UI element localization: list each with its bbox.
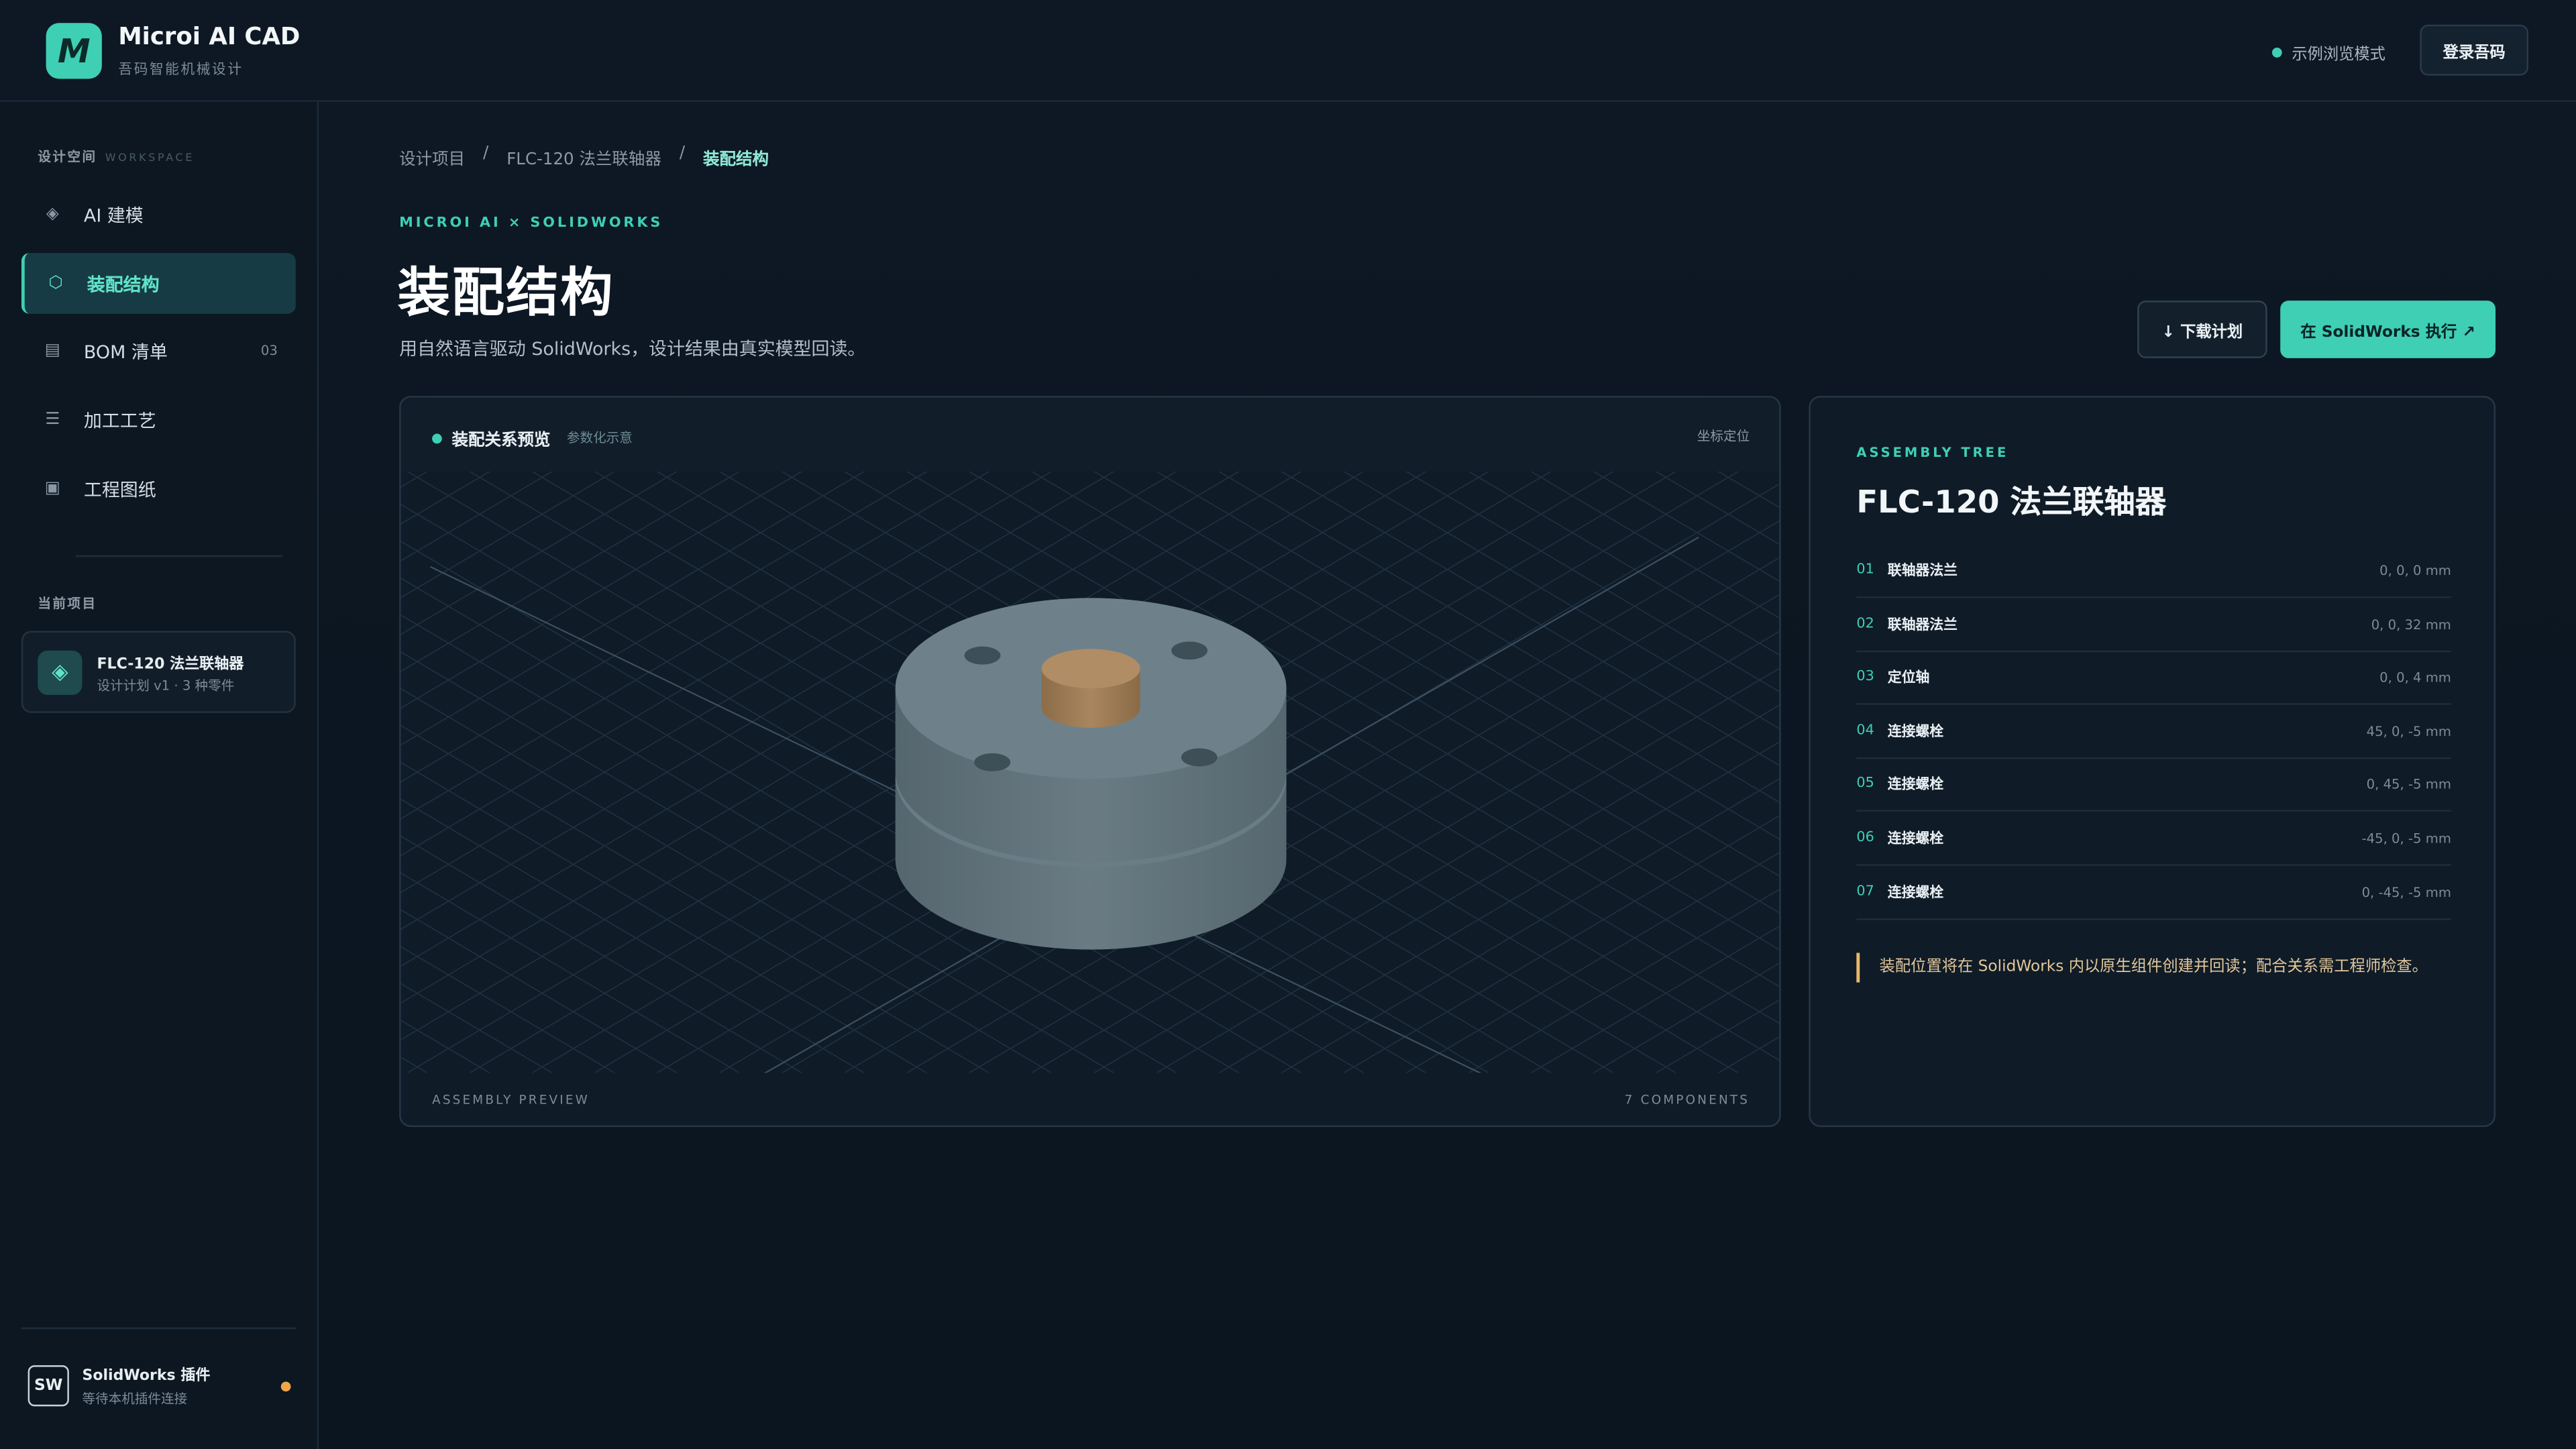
component-name: 连接螺栓 <box>1887 724 1944 741</box>
project-name: FLC-120 法兰联轴器 <box>97 657 244 674</box>
component-position: 0, 0, 32 mm <box>2371 616 2451 632</box>
workspace-section-label: 设计空间 WORKSPACE <box>38 148 195 166</box>
breadcrumb: 设计项目 / FLC-120 法兰联轴器 / 装配结构 <box>399 145 769 170</box>
sidebar-item-label: AI 建模 <box>83 204 144 226</box>
current-project-label: 当前项目 <box>38 596 97 612</box>
component-position: 0, 0, 4 mm <box>2379 669 2451 685</box>
component-name: 联轴器法兰 <box>1887 617 1958 635</box>
sidebar-item-ai-modeling[interactable]: ◈ AI 建模 <box>21 184 296 245</box>
assembly-tree-panel: ASSEMBLY TREE FLC-120 法兰联轴器 01 联轴器法兰 0, … <box>1809 396 2496 1128</box>
tree-row[interactable]: 07 连接螺栓 0, -45, -5 mm <box>1856 866 2451 920</box>
coordinate-position-toggle[interactable]: 坐标定位 <box>1697 427 1750 445</box>
sidebar-divider <box>75 555 283 557</box>
diamond-icon: ◈ <box>46 205 59 224</box>
component-position: 0, 0, 0 mm <box>2379 562 2451 578</box>
assembly-note: 装配位置将在 SolidWorks 内以原生组件创建并回读；配合关系需工程师检查… <box>1856 953 2451 983</box>
app-title: Microi AI CAD <box>118 24 301 51</box>
page-description: 用自然语言驱动 SolidWorks，设计结果由真实模型回读。 <box>399 338 866 360</box>
preview-title-group: 装配关系预览 参数化示意 <box>432 425 633 450</box>
row-number: 05 <box>1856 775 1874 792</box>
row-number: 03 <box>1856 668 1874 686</box>
tree-row[interactable]: 01 联轴器法兰 0, 0, 0 mm <box>1856 544 2451 598</box>
app-subtitle: 吾码智能机械设计 <box>118 62 244 79</box>
component-position: 45, 0, -5 mm <box>2366 723 2451 739</box>
tree-row[interactable]: 06 连接螺栓 -45, 0, -5 mm <box>1856 812 2451 866</box>
tree-row[interactable]: 03 定位轴 0, 0, 4 mm <box>1856 651 2451 705</box>
solidworks-icon: SW <box>28 1365 69 1407</box>
sidebar-item-count: 03 <box>260 343 278 358</box>
preview-title: 装配关系预览 <box>451 432 551 451</box>
top-header: M Microi AI CAD 吾码智能机械设计 示例浏览模式 登录吾码 <box>0 0 2576 102</box>
plugin-title: SolidWorks 插件 <box>82 1368 211 1385</box>
flange-coupling-model <box>895 598 1287 950</box>
component-name: 定位轴 <box>1887 670 1930 687</box>
drawing-icon: ▣ <box>44 480 60 498</box>
workspace-label: 设计空间 <box>38 149 97 164</box>
app-root: M Microi AI CAD 吾码智能机械设计 示例浏览模式 登录吾码 设计空… <box>0 0 2576 1449</box>
sidebar-item-label: BOM 清单 <box>83 341 168 363</box>
component-name: 连接螺栓 <box>1887 885 1944 902</box>
breadcrumb-separator: / <box>483 144 489 163</box>
tree-row[interactable]: 04 连接螺栓 45, 0, -5 mm <box>1856 705 2451 759</box>
plugin-status[interactable]: SW SolidWorks 插件 等待本机插件连接 <box>21 1327 296 1449</box>
sidebar-item-assembly[interactable]: ⬡ 装配结构 <box>21 253 296 314</box>
component-count: 7 COMPONENTS <box>1624 1092 1750 1108</box>
component-name: 连接螺栓 <box>1887 831 1944 848</box>
mode-indicator: 示例浏览模式 <box>2271 41 2385 64</box>
connection-status-dot-icon <box>280 1381 291 1392</box>
plugin-status-text: 等待本机插件连接 <box>82 1391 188 1407</box>
tree-title: FLC-120 法兰联轴器 <box>1856 484 2167 521</box>
component-position: 0, -45, -5 mm <box>2361 884 2451 900</box>
preview-header: 装配关系预览 参数化示意 坐标定位 <box>400 397 1780 472</box>
component-name: 连接螺栓 <box>1887 777 1944 794</box>
page-eyebrow: MICROI AI × SOLIDWORKS <box>399 215 663 232</box>
breadcrumb-item-project[interactable]: FLC-120 法兰联轴器 <box>506 145 661 169</box>
bolt-hole-3 <box>974 753 1011 771</box>
component-name: 联轴器法兰 <box>1887 564 1958 580</box>
sidebar-item-label: 装配结构 <box>87 273 160 295</box>
menu-icon: ☰ <box>45 411 60 429</box>
row-number: 07 <box>1856 883 1874 901</box>
sidebar: 设计空间 WORKSPACE ◈ AI 建模 ⬡ 装配结构 ▤ BOM 清单 03… <box>0 101 319 1449</box>
workspace-label-en: WORKSPACE <box>105 151 195 164</box>
row-number: 02 <box>1856 616 1874 633</box>
breadcrumb-item-projects[interactable]: 设计项目 <box>399 145 465 169</box>
sidebar-item-label: 工程图纸 <box>83 478 156 500</box>
sidebar-item-bom[interactable]: ▤ BOM 清单 03 <box>21 321 296 382</box>
current-project-card[interactable]: ◈ FLC-120 法兰联轴器 设计计划 v1 · 3 种零件 <box>21 631 296 713</box>
tree-row[interactable]: 05 连接螺栓 0, 45, -5 mm <box>1856 757 2451 812</box>
preview-footer-label: ASSEMBLY PREVIEW <box>432 1092 590 1108</box>
locating-shaft-top <box>1041 649 1140 689</box>
project-icon: ◈ <box>38 650 83 695</box>
row-number: 06 <box>1856 829 1874 847</box>
sidebar-item-process[interactable]: ☰ 加工工艺 <box>21 389 296 450</box>
page-title: 装配结构 <box>397 261 614 324</box>
list-icon: ▤ <box>44 341 60 360</box>
row-number: 01 <box>1856 561 1874 579</box>
component-position: -45, 0, -5 mm <box>2361 830 2451 846</box>
bolt-hole-2 <box>1171 641 1208 660</box>
download-plan-button[interactable]: ↓ 下载计划 <box>2137 301 2267 358</box>
app-logo[interactable]: M <box>46 23 102 79</box>
tree-row[interactable]: 02 联轴器法兰 0, 0, 32 mm <box>1856 598 2451 653</box>
status-dot-icon <box>2271 48 2282 58</box>
assembly-3d-viewport[interactable] <box>400 471 1781 1073</box>
assembly-preview-panel: 装配关系预览 参数化示意 坐标定位 ASSEMBLY PREVIEW 7 COM… <box>399 396 1781 1128</box>
hexagon-icon: ⬡ <box>48 274 63 292</box>
preview-tag: 参数化示意 <box>566 430 633 445</box>
breadcrumb-separator: / <box>679 144 686 163</box>
bolt-hole-4 <box>1181 748 1218 767</box>
tree-eyebrow: ASSEMBLY TREE <box>1856 445 2009 460</box>
login-button[interactable]: 登录吾码 <box>2420 24 2529 76</box>
bolt-hole-1 <box>964 646 1001 665</box>
mode-label: 示例浏览模式 <box>2292 46 2385 64</box>
component-position: 0, 45, -5 mm <box>2366 776 2451 792</box>
project-meta: 设计计划 v1 · 3 种零件 <box>97 678 235 694</box>
preview-dot-icon <box>432 433 442 443</box>
sidebar-item-label: 加工工艺 <box>83 410 156 431</box>
row-number: 04 <box>1856 722 1874 740</box>
run-in-solidworks-button[interactable]: 在 SolidWorks 执行 ↗ <box>2280 301 2496 358</box>
sidebar-item-drawings[interactable]: ▣ 工程图纸 <box>21 458 296 519</box>
breadcrumb-item-current: 装配结构 <box>703 151 769 170</box>
